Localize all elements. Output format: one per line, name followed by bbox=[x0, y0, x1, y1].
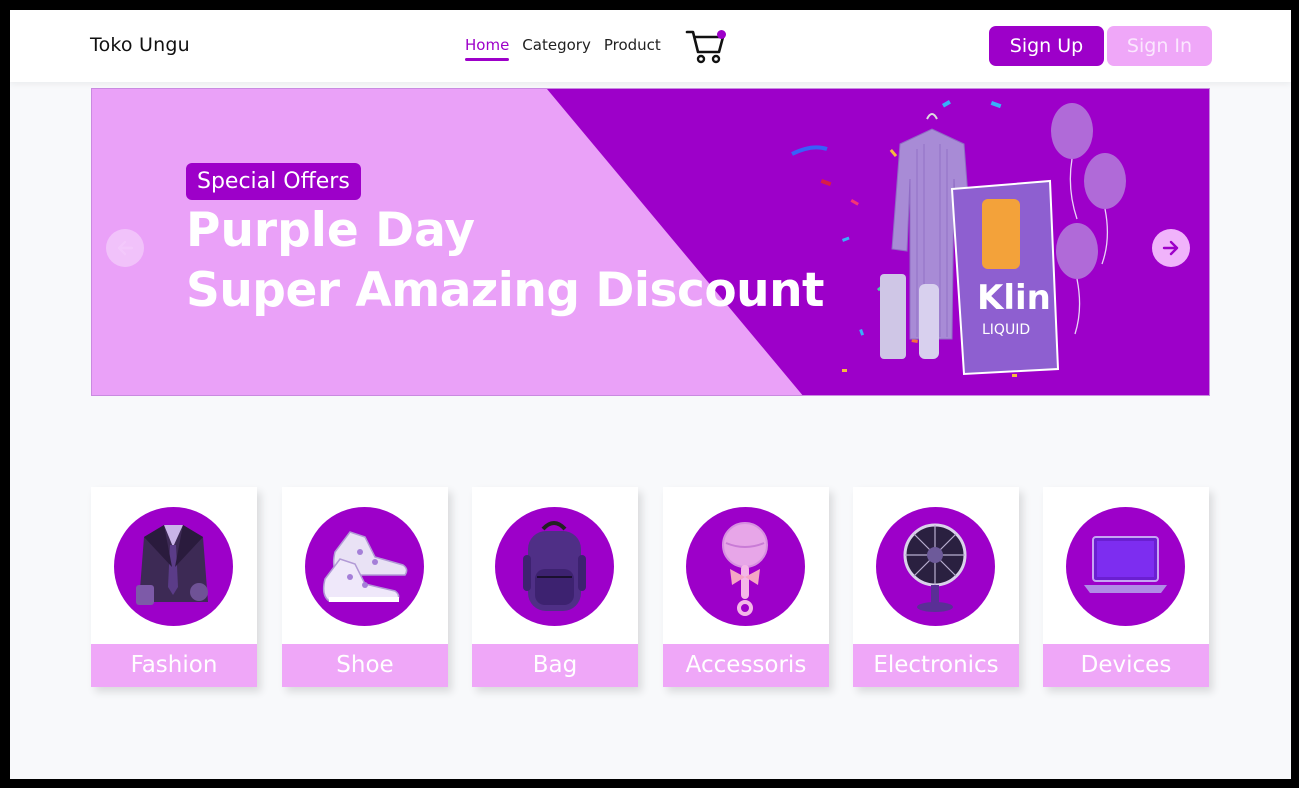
brand-logo[interactable]: Toko Ungu bbox=[90, 34, 190, 56]
suit-icon bbox=[136, 525, 208, 605]
nav-product[interactable]: Product bbox=[604, 36, 661, 58]
special-offers-badge: Special Offers bbox=[186, 163, 361, 200]
category-card-electronics[interactable]: Electronics bbox=[853, 487, 1019, 687]
category-image bbox=[114, 507, 233, 626]
category-card-bag[interactable]: Bag bbox=[472, 487, 638, 687]
category-label: Accessoris bbox=[663, 644, 829, 687]
category-label: Electronics bbox=[853, 644, 1019, 687]
category-card-fashion[interactable]: Fashion bbox=[91, 487, 257, 687]
category-image bbox=[876, 507, 995, 626]
category-card-shoe[interactable]: Shoe bbox=[282, 487, 448, 687]
backpack-icon bbox=[523, 521, 586, 611]
nav-category[interactable]: Category bbox=[522, 36, 591, 58]
category-image bbox=[305, 507, 424, 626]
category-image bbox=[1066, 507, 1185, 626]
fan-icon bbox=[903, 523, 967, 612]
sign-up-button[interactable]: Sign Up bbox=[989, 26, 1104, 66]
category-label: Shoe bbox=[282, 644, 448, 687]
page: Toko Ungu Home Category Product Sign Up … bbox=[10, 10, 1291, 779]
sneaker-icon bbox=[322, 531, 408, 602]
arrow-right-icon bbox=[1162, 240, 1179, 256]
category-image bbox=[495, 507, 614, 626]
pouch-brand-text: Klin bbox=[977, 278, 1051, 318]
laptop-icon bbox=[1084, 536, 1167, 593]
category-list: Fashion Shoe Bag Accessoris Electronics … bbox=[91, 487, 1210, 687]
category-label: Fashion bbox=[91, 644, 257, 687]
banner-headline-line1: Purple Day bbox=[186, 203, 475, 258]
banner-products-image: Klin LIQUID bbox=[791, 100, 1126, 377]
category-card-accessoris[interactable]: Accessoris bbox=[663, 487, 829, 687]
arrow-left-icon bbox=[117, 240, 134, 256]
sign-in-button[interactable]: Sign In bbox=[1107, 26, 1212, 66]
banner-headline-line2: Super Amazing Discount bbox=[186, 263, 825, 318]
category-label: Bag bbox=[472, 644, 638, 687]
category-image bbox=[686, 507, 805, 626]
cart-notification-dot bbox=[717, 30, 726, 39]
pouch-sub-text: LIQUID bbox=[982, 322, 1030, 338]
category-card-devices[interactable]: Devices bbox=[1043, 487, 1209, 687]
main-nav: Home Category Product bbox=[465, 36, 661, 61]
rattle-icon bbox=[722, 522, 768, 616]
category-label: Devices bbox=[1043, 644, 1209, 687]
nav-home[interactable]: Home bbox=[465, 36, 510, 61]
top-navbar: Toko Ungu Home Category Product Sign Up … bbox=[10, 10, 1291, 82]
promo-banner[interactable]: Klin LIQUID Special Offers Purple Day Su… bbox=[91, 88, 1210, 396]
carousel-next-button[interactable] bbox=[1152, 229, 1190, 267]
carousel-prev-button[interactable] bbox=[106, 229, 144, 267]
